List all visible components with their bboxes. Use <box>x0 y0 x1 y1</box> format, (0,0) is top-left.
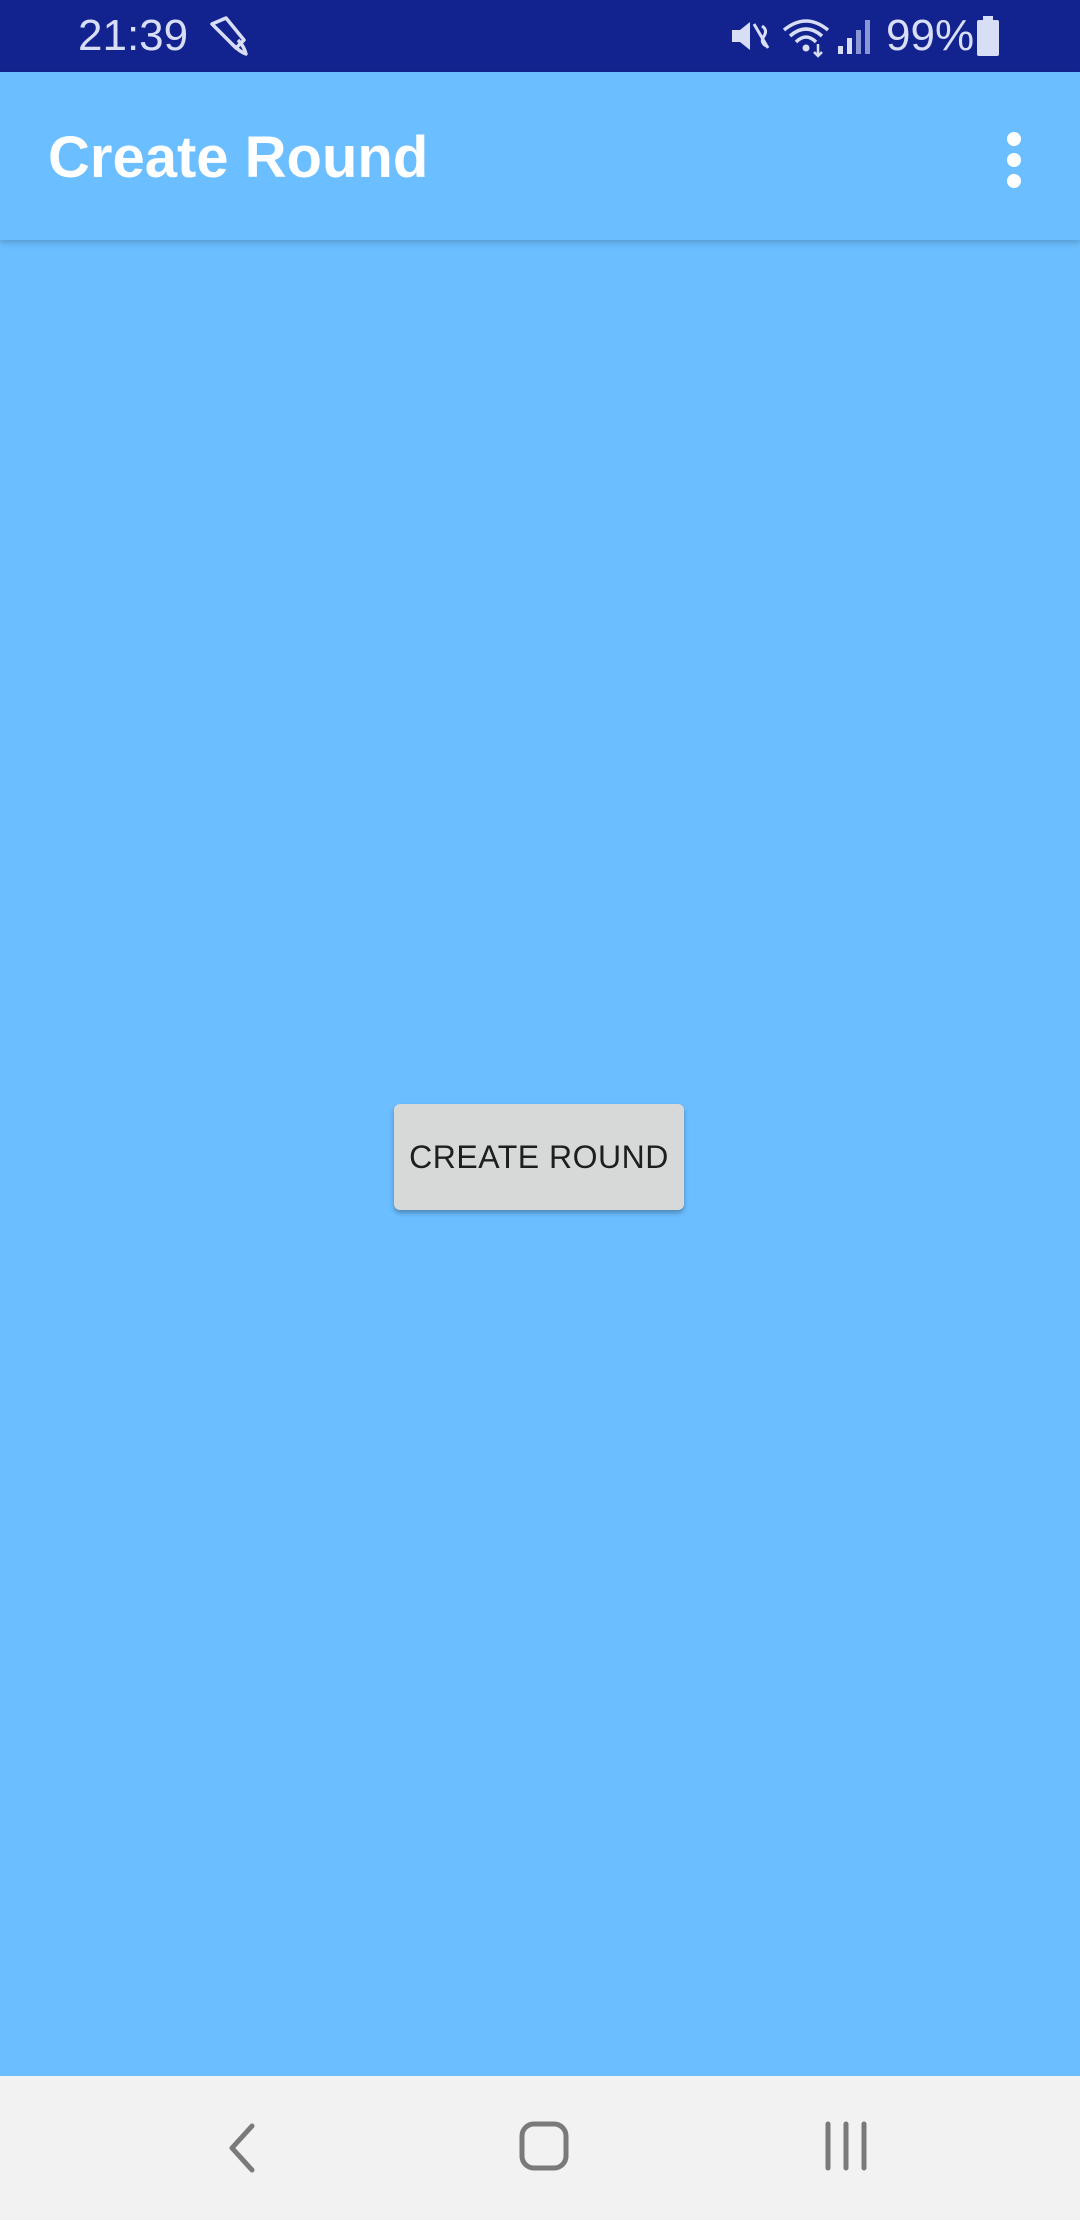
create-round-button[interactable]: CREATE ROUND <box>394 1104 684 1210</box>
battery-percent: 99% <box>886 11 975 60</box>
status-icons: 99% <box>0 0 1080 72</box>
navigation-bar <box>0 2076 1080 2220</box>
more-vert-icon[interactable] <box>990 128 1038 192</box>
back-icon[interactable] <box>222 2120 262 2176</box>
recent-apps-icon[interactable] <box>822 2120 870 2172</box>
mute-icon <box>732 22 770 50</box>
main-content: CREATE ROUND <box>0 240 1080 2076</box>
signal-icon <box>838 20 870 54</box>
app-bar: Create Round <box>0 72 1080 240</box>
status-bar: 21:39 99% <box>0 0 1080 72</box>
wifi-icon <box>782 19 830 58</box>
battery-icon <box>977 16 999 56</box>
home-icon[interactable] <box>518 2120 570 2172</box>
page-title: Create Round <box>48 125 429 190</box>
